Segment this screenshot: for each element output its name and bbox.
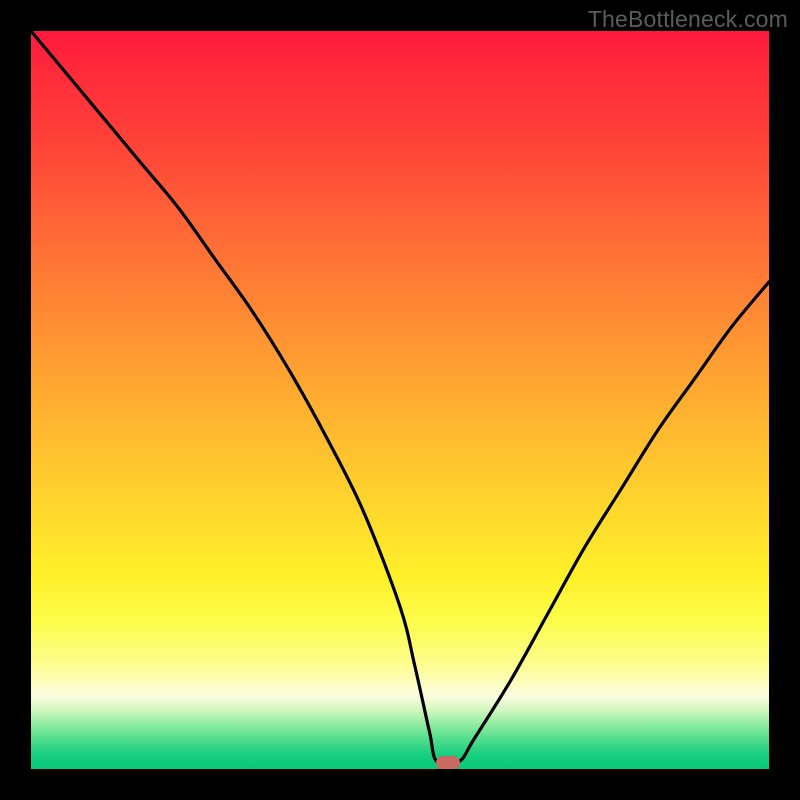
chart-frame: TheBottleneck.com (0, 0, 800, 800)
watermark-text: TheBottleneck.com (588, 6, 788, 33)
minimum-marker (436, 756, 460, 769)
plot-area (31, 31, 769, 769)
bottleneck-curve (31, 31, 769, 769)
